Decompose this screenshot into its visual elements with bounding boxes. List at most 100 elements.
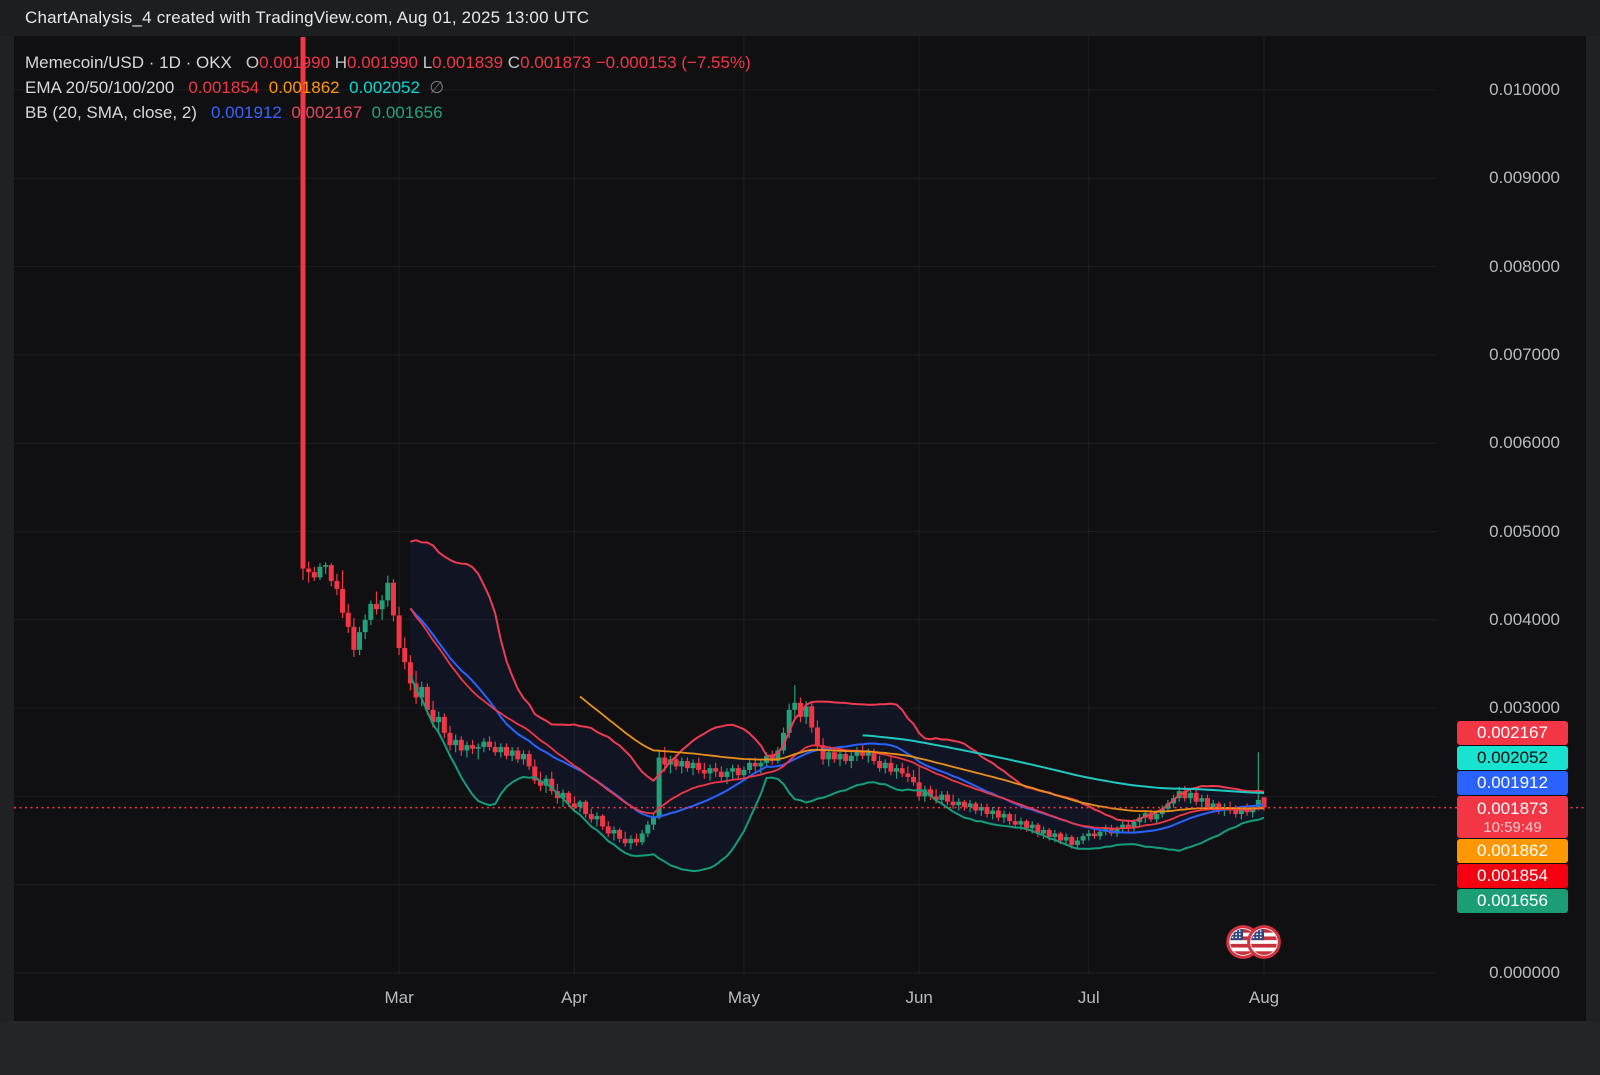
candle-body — [1058, 833, 1063, 840]
close-value: 0.001873 — [520, 53, 591, 73]
candle-body — [1013, 821, 1018, 825]
candle-body — [1194, 793, 1199, 802]
candle-body — [939, 795, 944, 800]
footer-bar: TradingView — [0, 1021, 1600, 1075]
candle-body — [1047, 830, 1052, 837]
bb-lower-value: 0.001656 — [372, 103, 443, 123]
y-axis-tick-label: 0.010000 — [1443, 81, 1560, 99]
candle-body — [951, 802, 956, 806]
close-key: C — [508, 53, 520, 73]
indicator-price-label: 0.001854 — [1457, 864, 1568, 888]
candle-body — [385, 583, 390, 601]
candle-body — [741, 770, 746, 775]
title-bar: ChartAnalysis_4 created with TradingView… — [0, 0, 1600, 36]
candle-body — [397, 615, 402, 648]
candle-body — [640, 833, 645, 842]
candle-body — [515, 750, 520, 759]
x-axis-month-label: Jun — [884, 989, 954, 1007]
candle-body — [312, 572, 317, 577]
candle-body — [815, 728, 820, 746]
indicator-price-label: 0.002052 — [1457, 746, 1568, 770]
candle-body — [351, 627, 356, 650]
candle-body — [645, 825, 650, 834]
candle-body — [753, 763, 758, 767]
legend-ema-row[interactable]: EMA 20/50/100/200 0.001854 0.001862 0.00… — [25, 75, 751, 100]
x-axis-month-label: Jul — [1054, 989, 1124, 1007]
candle-body — [306, 569, 311, 573]
candle-body — [900, 768, 905, 773]
candle-body — [380, 600, 385, 609]
candle-body — [334, 581, 339, 589]
candle-body — [866, 752, 871, 756]
candle-body — [634, 839, 639, 843]
x-axis-month-label: Aug — [1229, 989, 1299, 1007]
candle-body — [911, 777, 916, 782]
candle-body — [877, 761, 882, 768]
ema50-value: 0.001862 — [269, 78, 340, 98]
us-flag-icon[interactable] — [1249, 927, 1280, 958]
candle-body — [713, 768, 718, 772]
candle-body — [736, 768, 741, 775]
candle-body — [871, 752, 876, 761]
candle-body — [1188, 793, 1193, 798]
y-axis-tick-label: 0.000000 — [1443, 964, 1560, 982]
candle-body — [1211, 803, 1216, 807]
candle-body — [849, 756, 854, 761]
candle-body — [346, 613, 351, 627]
candle-body — [679, 761, 684, 766]
price-chart[interactable] — [0, 0, 1600, 1075]
candle-body — [436, 717, 441, 722]
candle-body — [323, 565, 328, 567]
candle-body — [1081, 836, 1086, 840]
candle-body — [956, 802, 961, 806]
candle-body — [1030, 825, 1035, 829]
candle-body — [843, 754, 848, 761]
candle-body — [589, 814, 594, 819]
chart-plot-area[interactable] — [14, 36, 1586, 974]
candle-body — [611, 830, 616, 834]
candle-body — [1233, 811, 1238, 815]
candle-body — [883, 763, 888, 768]
candle-body — [894, 768, 899, 772]
candle-body — [888, 763, 893, 772]
indicator-price-label: 0.002167 — [1457, 721, 1568, 745]
candle-body — [442, 717, 447, 733]
candle-body — [498, 747, 503, 752]
candle-body — [1262, 797, 1267, 807]
candle-body — [747, 763, 752, 770]
candle-body — [628, 839, 633, 843]
bb-title: BB (20, SMA, close, 2) — [25, 103, 197, 123]
x-axis-month-label: Apr — [539, 989, 609, 1007]
candle-body — [402, 648, 407, 662]
candle-body — [510, 750, 515, 755]
candle-body — [329, 565, 334, 581]
candle-body — [493, 747, 498, 752]
y-axis-tick-label: 0.005000 — [1443, 523, 1560, 541]
candle-body — [453, 740, 458, 745]
candle-body — [470, 745, 475, 749]
candle-body — [662, 758, 667, 765]
candle-body — [1024, 821, 1029, 828]
candle-body — [945, 795, 950, 802]
candle-body — [702, 770, 707, 774]
candle-body — [363, 620, 368, 632]
candle-body — [792, 703, 797, 710]
ema20-value: 0.001854 — [188, 78, 259, 98]
ema-title: EMA 20/50/100/200 — [25, 78, 174, 98]
candle-body — [594, 816, 599, 820]
candle-body — [1018, 821, 1023, 825]
candle-body — [1064, 837, 1069, 841]
candle-body — [651, 818, 656, 825]
high-value: 0.001990 — [347, 53, 418, 73]
legend-bb-row[interactable]: BB (20, SMA, close, 2) 0.001912 0.002167… — [25, 100, 751, 125]
candle-body — [368, 604, 373, 620]
page-title: ChartAnalysis_4 created with TradingView… — [25, 8, 589, 28]
candle-body — [996, 811, 1001, 818]
candle-body — [1098, 832, 1103, 836]
legend-symbol-row[interactable]: Memecoin/USD · 1D · OKX O0.001990 H0.001… — [25, 50, 751, 75]
candle-body — [674, 759, 679, 766]
change-value: −0.000153 (−7.55%) — [596, 53, 751, 73]
candle-body — [1199, 798, 1204, 802]
candle-body — [374, 604, 379, 609]
bb-basis-value: 0.001912 — [211, 103, 282, 123]
